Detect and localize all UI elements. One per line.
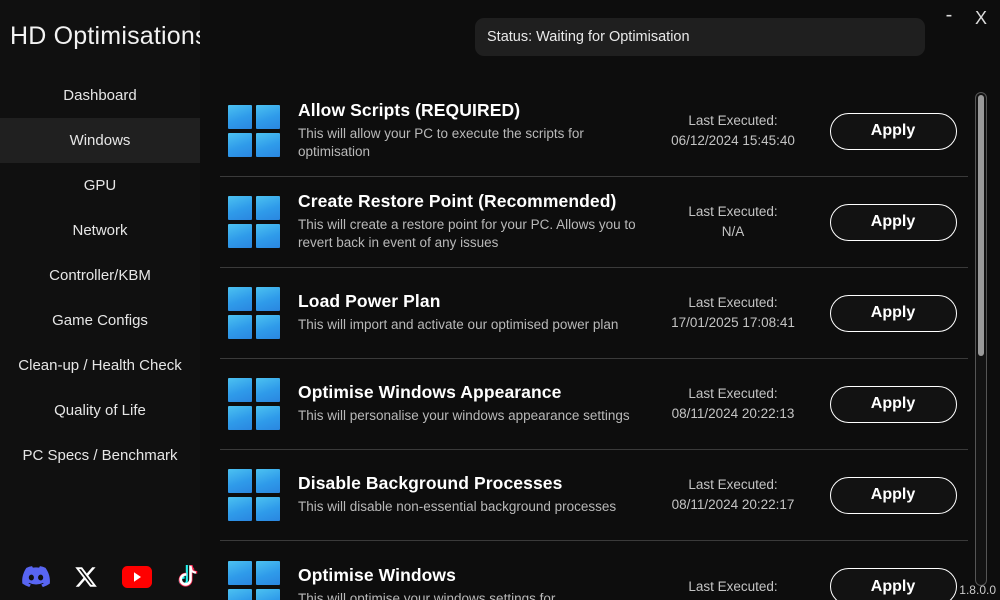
tiktok-icon[interactable] — [176, 562, 200, 592]
row-title: Allow Scripts (REQUIRED) — [298, 99, 521, 120]
last-executed-value: 06/12/2024 15:45:40 — [671, 133, 795, 148]
sidebar-item-label: Network — [72, 222, 128, 239]
last-executed-label: Last Executed: — [688, 113, 778, 129]
last-executed-label: Last Executed: — [688, 477, 778, 493]
row-description: This will personalise your windows appea… — [298, 408, 630, 424]
row-description: This will optimise your windows settings… — [298, 590, 556, 600]
row-text: Load Power Plan This will import and acti… — [298, 291, 648, 335]
apply-button[interactable]: Apply — [829, 294, 957, 332]
top-bar: Status: Waiting for Optimisation — [200, 0, 1000, 72]
optimisation-row: Allow Scripts (REQUIRED) This will allow … — [220, 86, 968, 177]
sidebar-item-pc-specs-benchmark[interactable]: PC Specs / Benchmark — [0, 433, 200, 478]
windows-logo-icon — [228, 378, 280, 430]
windows-logo-icon — [228, 105, 280, 157]
optimisation-list: Allow Scripts (REQUIRED) This will allow … — [220, 86, 968, 600]
row-title: Create Restore Point (Recommended) — [298, 190, 617, 211]
windows-logo-icon — [228, 287, 280, 339]
optimisation-row: Disable Background Processes This will di… — [220, 450, 968, 541]
row-action: Apply — [818, 294, 968, 332]
sidebar-item-clean-up-health-check[interactable]: Clean-up / Health Check — [0, 343, 200, 388]
sidebar-item-dashboard[interactable]: Dashboard — [0, 73, 200, 118]
sidebar-item-label: Dashboard — [63, 87, 137, 104]
row-title: Optimise Windows — [298, 564, 456, 585]
sidebar-item-gpu[interactable]: GPU — [0, 163, 200, 208]
last-executed-value: N/A — [721, 224, 745, 239]
apply-button[interactable]: Apply — [829, 203, 957, 241]
x-icon[interactable] — [74, 562, 98, 592]
optimisation-row: Load Power Plan This will import and acti… — [220, 268, 968, 359]
version-label: 1.8.0.0 — [959, 583, 996, 597]
last-executed: Last Executed: 17/01/2025 17:08:41 — [648, 293, 818, 332]
sidebar-item-controller-kbm[interactable]: Controller/KBM — [0, 253, 200, 298]
status-bar: Status: Waiting for Optimisation — [475, 18, 925, 56]
row-title: Disable Background Processes — [298, 473, 563, 494]
last-executed: Last Executed: — [648, 577, 818, 597]
youtube-icon[interactable] — [122, 562, 152, 592]
apply-button[interactable]: Apply — [829, 568, 957, 600]
sidebar-item-label: Quality of Life — [54, 402, 146, 419]
row-action: Apply — [818, 476, 968, 514]
row-description: This will import and activate our optimi… — [298, 317, 619, 333]
close-button[interactable]: X — [970, 6, 992, 30]
last-executed: Last Executed: 06/12/2024 15:45:40 — [648, 111, 818, 150]
optimisation-row: Optimise Windows Appearance This will per… — [220, 359, 968, 450]
windows-logo-icon — [228, 560, 280, 600]
last-executed: Last Executed: 08/11/2024 20:22:17 — [648, 475, 818, 514]
row-text: Optimise Windows Appearance This will per… — [298, 382, 648, 426]
row-text: Create Restore Point (Recommended) This w… — [298, 191, 648, 253]
row-text: Optimise Windows This will optimise your … — [298, 565, 648, 600]
last-executed-label: Last Executed: — [688, 578, 778, 594]
last-executed-label: Last Executed: — [688, 295, 778, 311]
window-controls: - X — [938, 5, 992, 30]
last-executed-value: 17/01/2025 17:08:41 — [671, 315, 795, 330]
apply-button[interactable]: Apply — [829, 112, 957, 150]
last-executed: Last Executed: 08/11/2024 20:22:13 — [648, 384, 818, 423]
last-executed-value: 08/11/2024 20:22:13 — [671, 406, 795, 421]
row-text: Disable Background Processes This will di… — [298, 473, 648, 517]
discord-icon[interactable] — [22, 562, 50, 592]
row-action: Apply — [818, 203, 968, 241]
optimisation-row: Create Restore Point (Recommended) This w… — [220, 177, 968, 268]
sidebar: HD Optimisations Dashboard Windows GPU Netw… — [0, 0, 208, 600]
sidebar-item-windows[interactable]: Windows — [0, 118, 200, 163]
sidebar-item-quality-of-life[interactable]: Quality of Life — [0, 388, 200, 433]
row-action: Apply — [818, 112, 968, 150]
last-executed: Last Executed: N/A — [648, 202, 818, 241]
row-description: This will create a restore point for you… — [298, 216, 636, 251]
sidebar-item-label: Game Configs — [52, 312, 148, 329]
row-action: Apply — [818, 568, 968, 600]
optimisation-row: Optimise Windows This will optimise your … — [220, 541, 968, 600]
sidebar-nav: Dashboard Windows GPU Network Controller/KBM… — [0, 73, 200, 478]
row-title: Load Power Plan — [298, 291, 441, 312]
sidebar-item-label: Clean-up / Health Check — [18, 357, 182, 374]
last-executed-value: 08/11/2024 20:22:17 — [671, 497, 795, 512]
apply-button[interactable]: Apply — [829, 385, 957, 423]
social-links — [0, 562, 200, 592]
windows-logo-icon — [228, 469, 280, 521]
row-text: Allow Scripts (REQUIRED) This will allow … — [298, 100, 648, 162]
row-title: Optimise Windows Appearance — [298, 382, 562, 403]
row-description: This will disable non-essential backgrou… — [298, 499, 617, 515]
scrollbar-thumb[interactable] — [978, 95, 984, 356]
app-title: HD Optimisations — [10, 22, 208, 50]
main-content: Status: Waiting for Optimisation - X All… — [200, 0, 1000, 600]
sidebar-item-game-configs[interactable]: Game Configs — [0, 298, 200, 343]
list-scrollbar[interactable] — [975, 92, 987, 586]
last-executed-label: Last Executed: — [688, 204, 778, 220]
windows-logo-icon — [228, 196, 280, 248]
apply-button[interactable]: Apply — [829, 476, 957, 514]
sidebar-item-network[interactable]: Network — [0, 208, 200, 253]
sidebar-item-label: Windows — [69, 132, 131, 149]
minimize-button[interactable]: - — [938, 5, 960, 30]
app-window: HD Optimisations Dashboard Windows GPU Netw… — [0, 0, 1000, 600]
sidebar-item-label: PC Specs / Benchmark — [22, 447, 178, 464]
last-executed-label: Last Executed: — [688, 386, 778, 402]
sidebar-item-label: Controller/KBM — [49, 267, 151, 284]
row-description: This will allow your PC to execute the s… — [298, 125, 584, 160]
row-action: Apply — [818, 385, 968, 423]
sidebar-item-label: GPU — [83, 177, 117, 194]
status-text: Status: Waiting for Optimisation — [487, 29, 690, 45]
